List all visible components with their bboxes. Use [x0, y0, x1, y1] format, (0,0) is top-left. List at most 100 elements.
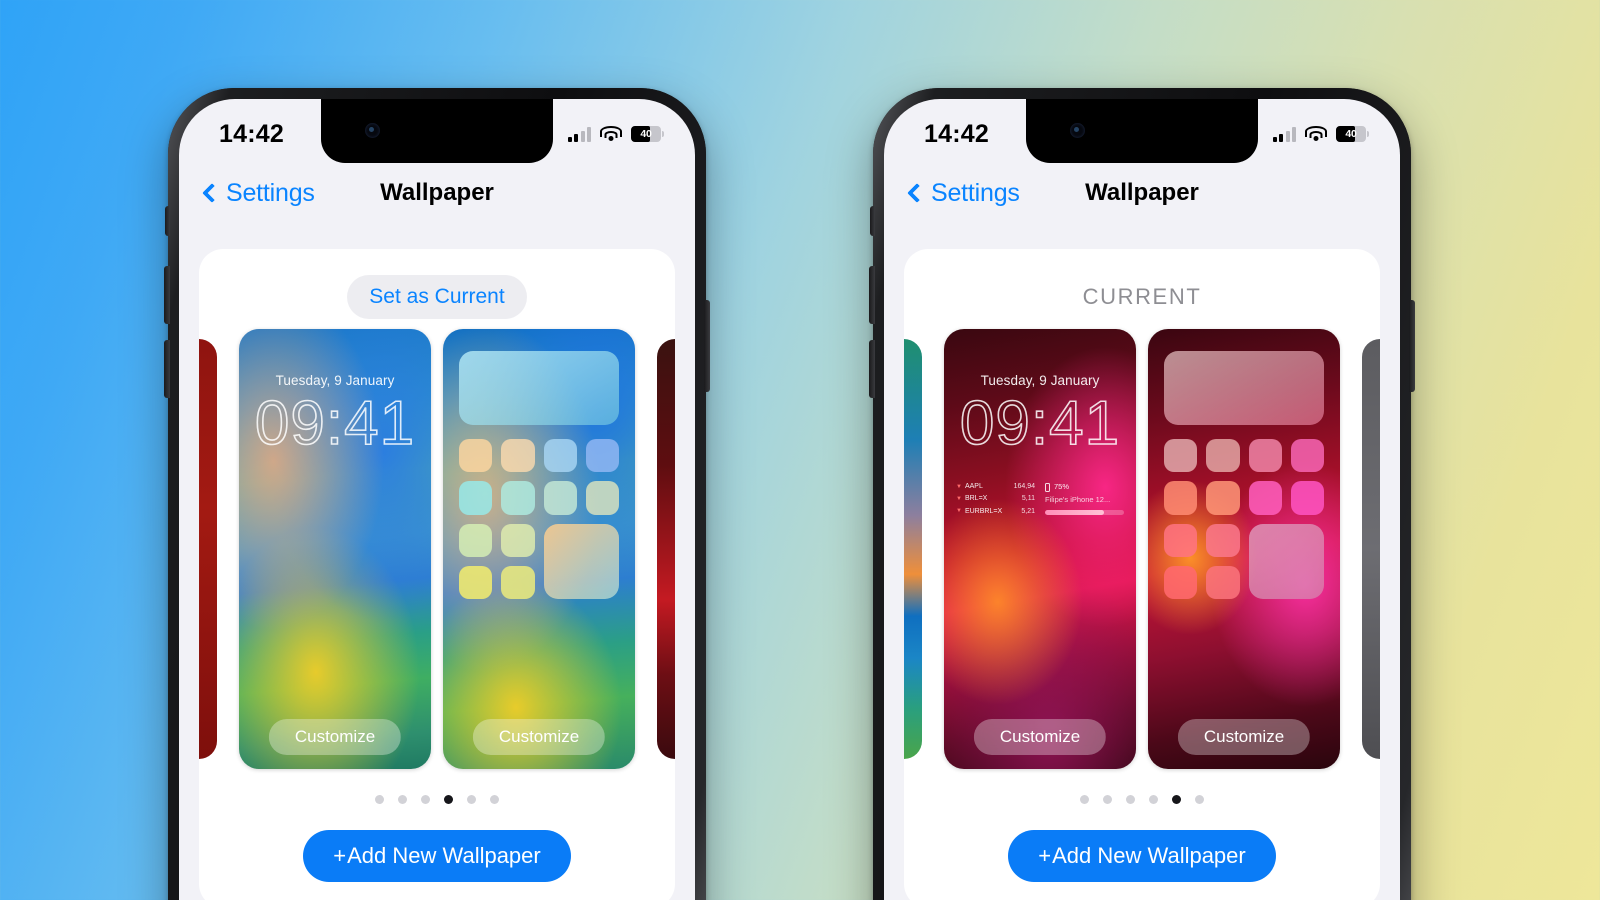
- carousel-peek-previous[interactable]: [199, 339, 217, 759]
- page-dot[interactable]: [375, 795, 384, 804]
- back-label: Settings: [931, 178, 1020, 207]
- home-widget-large[interactable]: [459, 351, 619, 425]
- phone-device-left: 14:42 40 Settings Wallpaper Set as Curre…: [164, 88, 710, 900]
- app-icon[interactable]: [543, 481, 577, 515]
- app-icon[interactable]: [585, 481, 619, 515]
- down-arrow-icon: ▼: [956, 496, 962, 503]
- stocks-widget[interactable]: ▼ AAPL 164,94 ▼ BRL=X 5,11 ▼ EURBRL=X 5,…: [956, 481, 1035, 518]
- phone-screen-right: 14:42 40 Settings Wallpaper CURRENT Tues…: [884, 99, 1400, 900]
- home-layout: [443, 329, 635, 769]
- back-to-settings-button[interactable]: Settings: [202, 179, 315, 208]
- page-dot-active[interactable]: [1172, 795, 1181, 804]
- navigation-bar: Settings Wallpaper: [179, 161, 695, 225]
- status-indicators: 40: [1272, 126, 1369, 142]
- volume-down-button[interactable]: [869, 340, 875, 398]
- app-icon[interactable]: [501, 523, 535, 557]
- status-indicators: 40: [567, 126, 664, 142]
- app-icon[interactable]: [501, 439, 535, 473]
- app-icon[interactable]: [1290, 481, 1324, 515]
- wallpaper-carousel[interactable]: Tuesday, 9 January 09:41 Customize Custo…: [199, 329, 675, 769]
- app-icon[interactable]: [1164, 481, 1198, 515]
- power-button[interactable]: [704, 300, 710, 392]
- battery-percent: 40: [640, 128, 652, 140]
- app-icon[interactable]: [1248, 439, 1282, 473]
- app-icon[interactable]: [1290, 439, 1324, 473]
- app-icon[interactable]: [1206, 523, 1240, 557]
- mute-switch[interactable]: [870, 206, 875, 236]
- status-bar: 14:42 40: [884, 99, 1400, 161]
- volume-up-button[interactable]: [869, 266, 875, 324]
- page-dot[interactable]: [1195, 795, 1204, 804]
- volume-up-button[interactable]: [164, 266, 170, 324]
- app-icon[interactable]: [1164, 565, 1198, 599]
- power-button[interactable]: [1409, 300, 1415, 392]
- lock-date: Tuesday, 9 January: [275, 373, 395, 388]
- card-header: CURRENT: [904, 271, 1380, 323]
- app-icon[interactable]: [459, 439, 493, 473]
- app-icon[interactable]: [1164, 439, 1198, 473]
- app-icon[interactable]: [585, 439, 619, 473]
- battery-glyph-icon: [1045, 482, 1050, 492]
- status-time: 14:42: [219, 119, 284, 148]
- lock-screen-preview[interactable]: Tuesday, 9 January 09:41 Customize: [239, 329, 431, 769]
- card-header: Set as Current: [199, 271, 675, 323]
- lock-clock: 09:41: [254, 389, 416, 458]
- battery-percent: 40: [1345, 128, 1357, 140]
- battery-icon: 40: [631, 126, 664, 142]
- battery-widget[interactable]: 75% Filipe's iPhone 12...: [1045, 481, 1124, 518]
- carousel-peek-next[interactable]: [657, 339, 675, 759]
- app-icon[interactable]: [501, 565, 535, 599]
- back-to-settings-button[interactable]: Settings: [907, 178, 1020, 208]
- page-dot[interactable]: [1126, 795, 1135, 804]
- customize-home-button[interactable]: Customize: [472, 719, 606, 755]
- settings-scroll-area: CURRENT Tuesday, 9 January 09:41 ▼ AAPL …: [884, 225, 1400, 900]
- wallpaper-carousel[interactable]: Tuesday, 9 January 09:41 ▼ AAPL 164,94 ▼…: [904, 329, 1380, 769]
- mute-switch[interactable]: [165, 206, 170, 236]
- page-dot[interactable]: [490, 795, 499, 804]
- home-widget-large[interactable]: [1164, 351, 1324, 425]
- carousel-peek-next[interactable]: [1362, 339, 1380, 759]
- page-dot[interactable]: [467, 795, 476, 804]
- stock-symbol: BRL=X: [964, 495, 988, 503]
- app-icon[interactable]: [459, 565, 493, 599]
- customize-home-button[interactable]: Customize: [1177, 719, 1311, 755]
- home-widget-medium[interactable]: [543, 523, 619, 599]
- page-dot[interactable]: [1149, 795, 1158, 804]
- phone-screen-left: 14:42 40 Settings Wallpaper Set as Curre…: [179, 99, 695, 900]
- customize-lock-button[interactable]: Customize: [268, 719, 402, 755]
- app-icon[interactable]: [1164, 523, 1198, 557]
- home-layout: [1148, 329, 1340, 769]
- page-dot[interactable]: [421, 795, 430, 804]
- home-icon-grid: [1164, 439, 1324, 599]
- app-icon[interactable]: [1206, 481, 1240, 515]
- battery-widget-device: Filipe's iPhone 12...: [1045, 494, 1111, 504]
- page-dot[interactable]: [1080, 795, 1089, 804]
- volume-down-button[interactable]: [164, 340, 170, 398]
- chevron-left-icon: [202, 183, 222, 203]
- home-screen-preview[interactable]: Customize: [1148, 329, 1340, 769]
- page-dot-active[interactable]: [444, 795, 453, 804]
- app-icon[interactable]: [1206, 565, 1240, 599]
- app-icon[interactable]: [1206, 439, 1240, 473]
- customize-lock-button[interactable]: Customize: [973, 719, 1107, 755]
- home-screen-preview[interactable]: Customize: [443, 329, 635, 769]
- app-icon[interactable]: [543, 439, 577, 473]
- app-icon[interactable]: [1248, 481, 1282, 515]
- battery-widget-percent: 75%: [1054, 482, 1070, 491]
- app-icon[interactable]: [501, 481, 535, 515]
- lock-screen-preview[interactable]: Tuesday, 9 January 09:41 ▼ AAPL 164,94 ▼…: [944, 329, 1136, 769]
- page-dot[interactable]: [1103, 795, 1112, 804]
- add-new-wallpaper-button[interactable]: +Add New Wallpaper: [1008, 830, 1276, 882]
- carousel-peek-previous[interactable]: [904, 339, 922, 759]
- app-icon[interactable]: [459, 481, 493, 515]
- lock-date: Tuesday, 9 January: [980, 373, 1100, 388]
- carousel-page-dots: [199, 795, 675, 804]
- app-icon[interactable]: [459, 523, 493, 557]
- home-icon-grid: [459, 439, 619, 599]
- page-dot[interactable]: [398, 795, 407, 804]
- home-widget-medium[interactable]: [1248, 523, 1324, 599]
- add-new-wallpaper-button[interactable]: +Add New Wallpaper: [303, 830, 571, 882]
- stock-row: ▼ AAPL 164,94: [956, 481, 1035, 493]
- wifi-icon: [1305, 126, 1327, 142]
- set-as-current-button[interactable]: Set as Current: [347, 275, 527, 319]
